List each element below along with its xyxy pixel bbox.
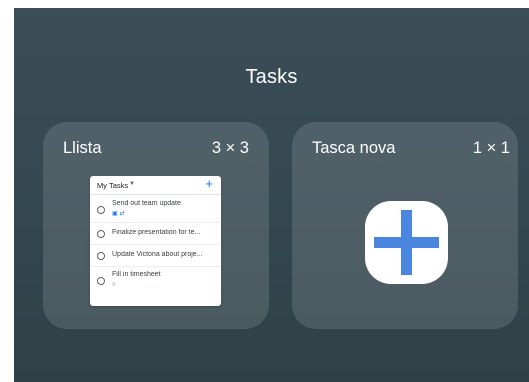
preview-task-row: Fill in timesheet ≡	[90, 267, 221, 293]
widget-size: 3 × 3	[211, 139, 249, 157]
widget-card-list[interactable]: Llista 3 × 3 My Tasks ▼ + Send out team …	[43, 122, 269, 329]
tasks-widget-preview[interactable]: My Tasks ▼ + Send out team update ▣⇄ Fin…	[90, 176, 221, 306]
preview-task-text: Fill in timesheet	[112, 271, 161, 278]
preview-task-text: Send out team update	[112, 200, 181, 207]
widget-card-new-task[interactable]: Tasca nova 1 × 1	[292, 122, 518, 329]
preview-list-name: My Tasks	[97, 181, 129, 190]
preview-task-row: Update Victoria about proje...	[90, 245, 221, 267]
preview-header: My Tasks ▼ +	[90, 176, 221, 195]
widget-size: 1 × 1	[472, 139, 510, 157]
checkbox-circle-icon	[97, 230, 105, 238]
preview-task-text: Finalize presentation for te...	[112, 229, 201, 236]
app-title: Tasks	[245, 66, 298, 88]
calendar-repeat-icon: ▣⇄	[112, 211, 127, 217]
notes-icon: ≡	[112, 282, 116, 288]
widget-name: Tasca nova	[312, 139, 396, 157]
new-task-plus-icon[interactable]	[365, 201, 448, 284]
preview-task-row: Send out team update ▣⇄	[90, 195, 221, 223]
checkbox-circle-icon	[97, 252, 105, 260]
plus-horizontal-bar	[374, 237, 439, 248]
checkbox-circle-icon	[97, 277, 105, 285]
widget-name: Llista	[63, 139, 102, 157]
checkbox-circle-icon	[97, 206, 105, 214]
caret-down-icon: ▼	[129, 181, 135, 187]
preview-task-text: Update Victoria about proje...	[112, 251, 203, 258]
widget-picker-panel: Tasks Llista 3 × 3 My Tasks ▼ + Send out…	[14, 8, 529, 382]
preview-task-row: Finalize presentation for te...	[90, 223, 221, 245]
plus-icon: +	[205, 176, 213, 191]
